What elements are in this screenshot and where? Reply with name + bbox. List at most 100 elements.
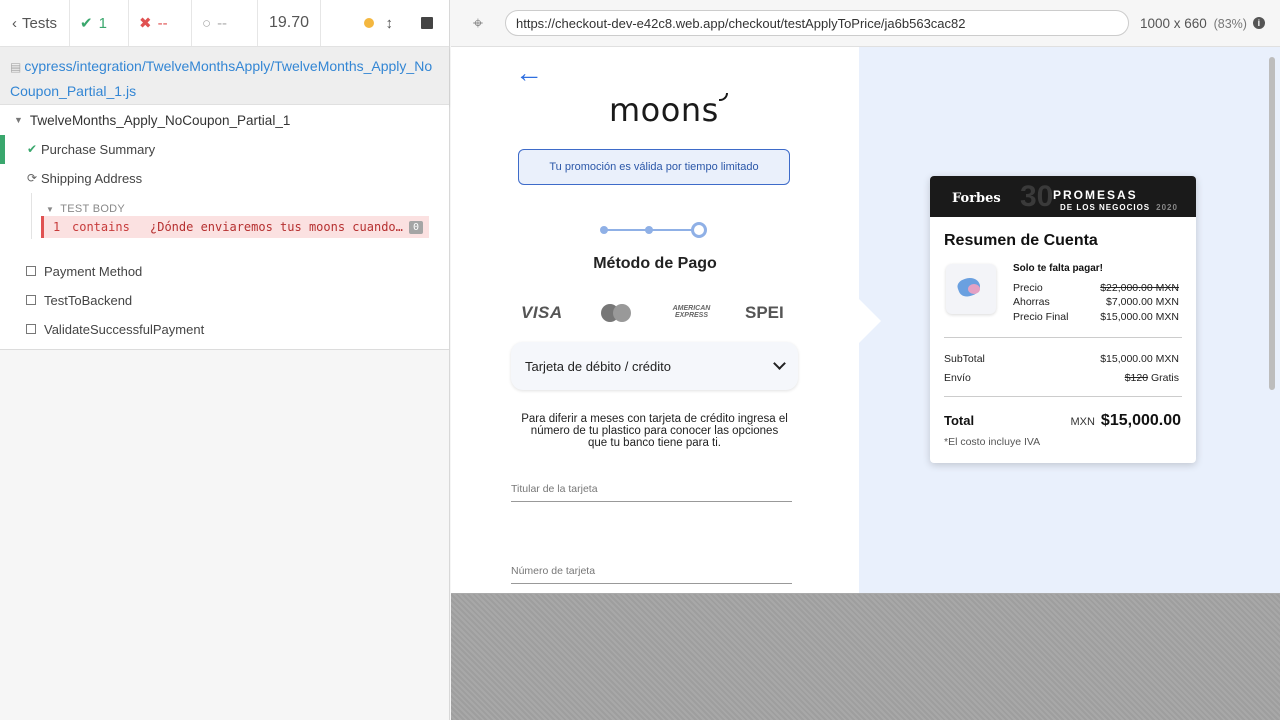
info-icon[interactable]: i (1252, 17, 1265, 29)
duration: 19.70 (258, 0, 321, 46)
shipping-old-price: $120 (1124, 372, 1149, 384)
mastercard-circle-right (613, 304, 631, 322)
pending-payment-label: Solo te falta pagar! (1013, 263, 1104, 274)
summary-title: Resumen de Cuenta (944, 232, 1098, 249)
savings-label: Ahorras (1013, 296, 1050, 308)
passed-count: ✔ 1 (70, 0, 129, 46)
spec-file-path[interactable]: ▤ cypress/integration/TwelveMonthsApply/T… (0, 47, 449, 105)
shipping-label: Envío (944, 372, 971, 384)
command-log-entry[interactable]: 1 contains ¿Dónde enviaremos tus moons c… (41, 216, 429, 238)
payment-method-value: Tarjeta de débito / crédito (525, 358, 671, 374)
test-title: TestToBackend (44, 292, 133, 308)
shipping-value: $120 Gratis (1125, 372, 1179, 384)
test-title: Payment Method (44, 263, 143, 279)
suite-title-text: TwelveMonths_Apply_NoCoupon_Partial_1 (29, 112, 291, 128)
failed-count: ✖ -- (129, 0, 192, 46)
final-price-label: Precio Final (1013, 311, 1069, 323)
shipping-free: Gratis (1150, 372, 1179, 384)
test-item-purchase-summary[interactable]: ✔ Purchase Summary (0, 135, 449, 164)
forbes-negocios: DE LOS NEGOCIOS (1060, 203, 1151, 212)
card-number-field[interactable]: Número de tarjeta (511, 565, 792, 584)
pending-square-icon (26, 266, 36, 276)
test-title: ValidateSuccessfulPayment (44, 321, 205, 337)
spec-path-link[interactable]: cypress/integration/TwelveMonthsApply/Tw… (10, 58, 432, 99)
cardholder-name-field[interactable]: Titular de la tarjeta (511, 483, 792, 502)
price-label: Precio (1013, 282, 1043, 294)
file-icon: ▤ (10, 60, 22, 74)
indent-line (31, 193, 32, 239)
forbes-banner: Forbes 30 PROMESAS DE LOS NEGOCIOS 2020 (930, 176, 1196, 217)
iva-note: *El costo incluye IVA (944, 436, 1041, 448)
pending-count: ○ -- (192, 0, 258, 46)
back-arrow-icon[interactable]: ← (515, 59, 543, 87)
payment-method-title: Método de Pago (593, 255, 717, 272)
account-summary-card: Forbes 30 PROMESAS DE LOS NEGOCIOS 2020 R… (930, 176, 1196, 463)
installments-instructions: Para diferir a meses con tarjeta de créd… (521, 413, 788, 449)
final-price-row: Precio Final $15,000.00 MXN (1013, 311, 1179, 323)
test-tree: ▼ TwelveMonths_Apply_NoCoupon_Partial_1 … (0, 105, 449, 350)
test-item-validate-successful-payment[interactable]: ValidateSuccessfulPayment (24, 318, 449, 340)
x-icon: ✖ (139, 15, 152, 32)
check-icon: ✔ (80, 15, 93, 32)
runner-controls: ↕ (321, 0, 449, 46)
moons-logo: moons (609, 91, 728, 129)
chevron-down-icon (773, 357, 786, 370)
check-icon: ✔ (26, 142, 38, 156)
price-row: Precio $22,000.00 MXN (1013, 282, 1179, 294)
command-count-badge: 0 (408, 220, 423, 234)
forbes-30: 30 (1020, 180, 1054, 213)
logo-text: moons (609, 91, 719, 129)
subtotal-row: SubTotal $15,000.00 MXN (944, 353, 1179, 365)
suite-title[interactable]: ▼ TwelveMonths_Apply_NoCoupon_Partial_1 (14, 109, 449, 131)
step-dot-1 (600, 226, 608, 234)
payment-method-select[interactable]: Tarjeta de débito / crédito (511, 342, 798, 390)
test-title: Purchase Summary (41, 141, 156, 157)
command-name: contains (72, 220, 130, 234)
forbes-logo: Forbes (952, 191, 1001, 206)
forbes-promesas: PROMESAS (1053, 188, 1138, 202)
price-amount-struck: $22,000.00 MXN (1100, 282, 1179, 294)
product-image (946, 264, 996, 314)
pending-value: -- (217, 14, 228, 32)
passed-value: 1 (98, 14, 107, 32)
step-dot-2 (645, 226, 653, 234)
passed-bar (0, 135, 5, 164)
viewport-dimensions: 1000 x 660 (1140, 15, 1207, 31)
subtotal-label: SubTotal (944, 353, 985, 365)
forbes-year: 2020 (1156, 203, 1178, 212)
selector-playground-icon[interactable]: ⌖ (451, 13, 505, 34)
test-item-payment-method[interactable]: Payment Method (24, 260, 449, 282)
visa-logo: VISA (521, 303, 563, 322)
total-row: Total MXN $15,000.00 (944, 412, 1181, 430)
pending-square-icon (26, 295, 36, 305)
caret-down-icon: ▼ (14, 115, 23, 125)
subtotal-value: $15,000.00 MXN (1100, 353, 1179, 365)
auto-scroll-toggle-icon[interactable]: ↕ (386, 15, 394, 32)
chevron-left-icon: ‹ (12, 14, 17, 32)
tests-back-button[interactable]: ‹ Tests (0, 0, 70, 46)
mastercard-logo-icon (601, 303, 633, 323)
viewport-size: 1000 x 660 (83%) (1140, 16, 1247, 31)
command-number: 1 (53, 220, 61, 234)
stop-button[interactable] (421, 17, 433, 29)
test-title: Shipping Address (41, 170, 143, 186)
test-item-test-to-backend[interactable]: TestToBackend (24, 289, 449, 311)
test-item-shipping-address[interactable]: ⟳ Shipping Address (24, 167, 449, 189)
test-body-text: TEST BODY (60, 203, 126, 215)
aut-header: ⌖ https://checkout-dev-e42c8.web.app/che… (451, 0, 1280, 47)
panel-notch (859, 299, 881, 343)
viewport-backdrop (451, 594, 1280, 720)
url-bar[interactable]: https://checkout-dev-e42c8.web.app/check… (505, 10, 1129, 36)
final-price-value: $15,000.00 MXN (1100, 311, 1179, 323)
logo-smile-mark (718, 93, 728, 101)
promo-banner: Tu promoción es válida por tiempo limita… (518, 149, 790, 185)
tests-label: Tests (22, 14, 58, 32)
scrollbar[interactable] (1269, 57, 1275, 390)
savings-row: Ahorras $7,000.00 MXN (1013, 296, 1179, 308)
total-value: $15,000.00 (1100, 412, 1181, 429)
circle-outline-icon: ○ (202, 14, 212, 32)
total-currency: MXN (1070, 416, 1095, 428)
command-message: ¿Dónde enviaremos tus moons cuando estén… (150, 220, 409, 234)
test-body-label[interactable]: ▼ TEST BODY (46, 201, 449, 217)
runner-header: ‹ Tests ✔ 1 ✖ -- ○ -- 19.70 ↕ (0, 0, 449, 47)
